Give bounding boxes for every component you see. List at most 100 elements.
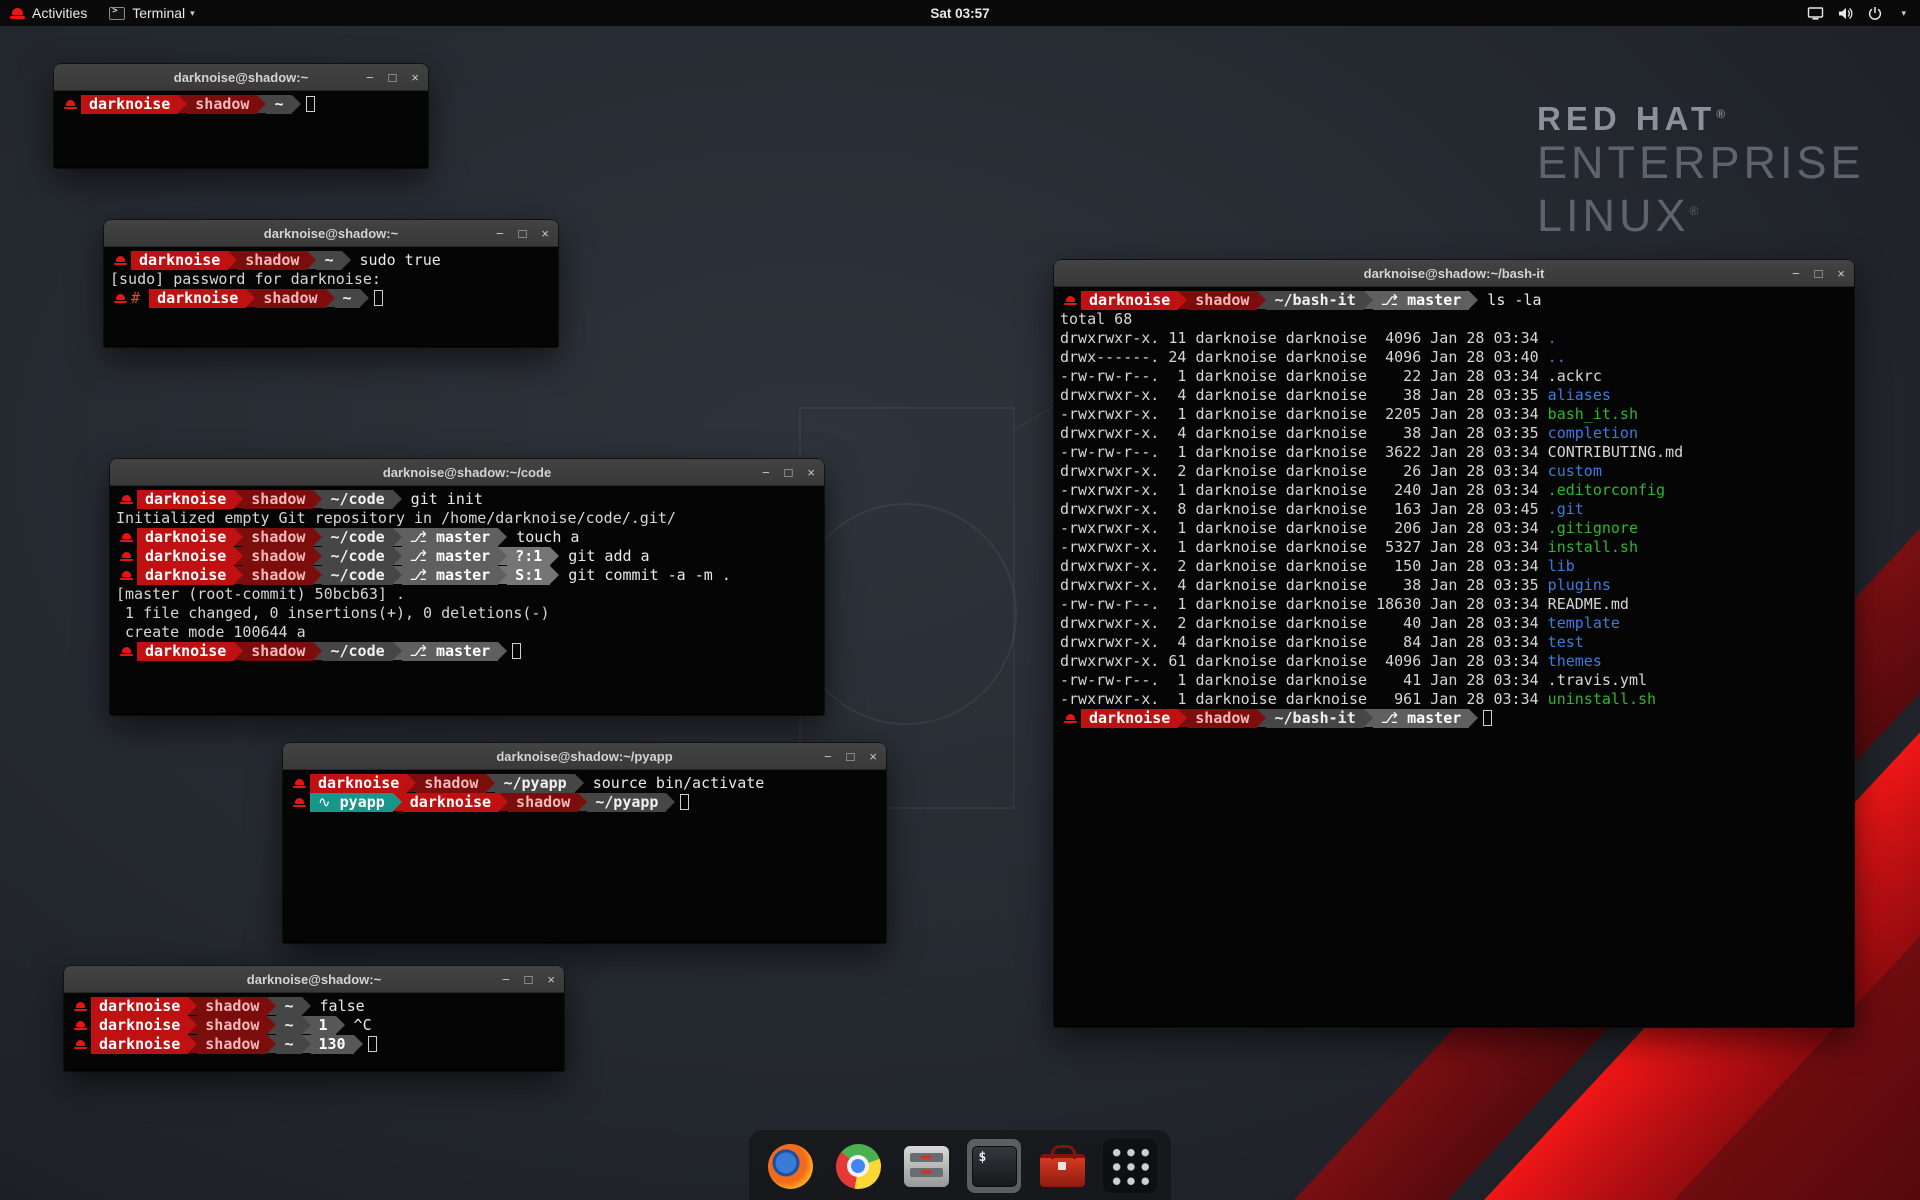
prompt-segment-host: shadow [243,547,313,566]
prompt-segment-host: shadow [1187,709,1257,728]
prompt-segment-path: ~/code [322,642,392,661]
terminal-content[interactable]: darknoiseshadow~/bash-it⎇ master ls -lat… [1054,287,1854,1026]
maximize-button[interactable]: □ [1815,267,1823,280]
titlebar[interactable]: darknoise@shadow:~/code − □ × [110,459,824,486]
terminal-content[interactable]: darknoiseshadow~ sudo true[sudo] passwor… [104,247,558,346]
file-entry-meta: drwxrwxr-x. 2 darknoise darknoise 26 Jan… [1060,462,1548,481]
titlebar[interactable]: darknoise@shadow:~ − □ × [104,220,558,247]
maximize-button[interactable]: □ [847,750,855,763]
chevron-down-icon: ▾ [1901,8,1906,19]
prompt-segment-host: shadow [243,642,313,661]
terminal-content[interactable]: darknoiseshadow~/pyapp source bin/activa… [283,770,886,942]
prompt-segment-git: ⎇ master [402,547,499,566]
command-text: sudo true [351,251,441,270]
powerline-arrow [313,490,322,508]
terminal-line: drwxrwxr-x. 4 darknoise darknoise 38 Jan… [1060,386,1854,405]
close-button[interactable]: × [547,973,555,986]
system-tray[interactable]: ▾ [1807,6,1920,21]
minimize-button[interactable]: − [502,973,510,986]
rhel-wordmark-enterprise: ENTERPRISE [1537,138,1865,187]
dock-item-chrome[interactable] [831,1139,885,1193]
terminal-line: darknoiseshadow~/code⎇ master?:1 git add… [116,547,824,566]
redhat-prompt-icon [116,490,137,509]
dock-item-app-grid[interactable] [1103,1139,1157,1193]
powerline-arrow [234,566,243,584]
close-button[interactable]: × [411,71,419,84]
titlebar[interactable]: darknoise@shadow:~/bash-it − □ × [1054,260,1854,287]
dock-item-terminal[interactable] [967,1139,1021,1193]
terminal-line: # darknoiseshadow~ [110,289,558,308]
close-button[interactable]: × [869,750,877,763]
close-button[interactable]: × [541,227,549,240]
redhat-prompt-icon [116,547,137,566]
dock-item-toolbox[interactable] [1035,1139,1089,1193]
terminal-content[interactable]: darknoiseshadow~ falsedarknoiseshadow~1 … [64,993,564,1070]
minimize-button[interactable]: − [1792,267,1800,280]
redhat-hat-glyph [1064,296,1077,305]
terminal-cursor [512,643,521,659]
terminal-window-pyapp: darknoise@shadow:~/pyapp − □ × darknoise… [283,743,886,943]
terminal-line: drwxrwxr-x. 11 darknoise darknoise 4096 … [1060,329,1854,348]
terminal-line: drwxrwxr-x. 2 darknoise darknoise 40 Jan… [1060,614,1854,633]
terminal-cursor [306,96,315,112]
terminal-line: darknoiseshadow~/code git init [116,490,824,509]
registered-mark: ® [1690,204,1699,218]
close-button[interactable]: × [807,466,815,479]
terminal-content[interactable]: darknoiseshadow~ [54,91,428,167]
file-name: .travis.yml [1548,671,1647,690]
titlebar[interactable]: darknoise@shadow:~ − □ × [54,64,428,91]
redhat-hat-glyph [120,571,133,580]
clock[interactable]: Sat 03:57 [0,6,1920,21]
file-entry-meta: -rwxrwxr-x. 1 darknoise darknoise 2205 J… [1060,405,1548,424]
prompt-segment-user: darknoise [137,642,234,661]
prompt-segment-user: darknoise [131,251,228,270]
maximize-button[interactable]: □ [519,227,527,240]
minimize-button[interactable]: − [496,227,504,240]
terminal-line: darknoiseshadow~/pyapp source bin/activa… [289,774,886,793]
powerline-arrow [313,566,322,584]
terminal-content[interactable]: darknoiseshadow~/code git initInitialize… [110,486,824,714]
file-entry-meta: drwx------. 24 darknoise darknoise 4096 … [1060,348,1548,367]
terminal-line: drwx------. 24 darknoise darknoise 4096 … [1060,348,1854,367]
close-button[interactable]: × [1837,267,1845,280]
display-icon [1807,6,1824,21]
redhat-prompt-icon [70,1035,91,1054]
window-title: darknoise@shadow:~ [264,226,398,241]
redhat-hat-glyph [114,256,127,265]
minimize-button[interactable]: − [762,466,770,479]
file-entry-meta: drwxrwxr-x. 4 darknoise darknoise 38 Jan… [1060,576,1548,595]
file-name: .. [1548,348,1566,367]
prompt-segment-path: ~/pyapp [495,774,574,793]
terminal-line: drwxrwxr-x. 2 darknoise darknoise 150 Ja… [1060,557,1854,576]
git-branch-icon: ⎇ [410,566,436,584]
titlebar[interactable]: darknoise@shadow:~/pyapp − □ × [283,743,886,770]
redhat-prompt-icon [110,289,131,308]
prompt-segment-git: ⎇ master [402,528,499,547]
maximize-button[interactable]: □ [785,466,793,479]
output-text: # [131,289,149,308]
terminal-window-home-1: darknoise@shadow:~ − □ × darknoiseshadow… [54,64,428,168]
powerline-arrow [498,547,507,565]
powerline-arrow [313,547,322,565]
prompt-segment-git: ⎇ master [402,642,499,661]
powerline-arrow [1178,709,1187,727]
dock-item-files[interactable] [899,1139,953,1193]
minimize-button[interactable]: − [366,71,374,84]
powerline-arrow [1364,709,1373,727]
maximize-button[interactable]: □ [389,71,397,84]
file-entry-meta: -rwxrwxr-x. 1 darknoise darknoise 240 Ja… [1060,481,1548,500]
titlebar[interactable]: darknoise@shadow:~ − □ × [64,966,564,993]
powerline-arrow [393,642,402,660]
prompt-segment-path: ~/code [322,490,392,509]
powerline-arrow [1364,291,1373,309]
prompt-segment-host: shadow [197,1035,267,1054]
maximize-button[interactable]: □ [525,973,533,986]
prompt-segment-host: shadow [508,793,578,812]
file-name: .git [1548,500,1584,519]
redhat-hat-glyph [293,779,306,788]
dock-item-firefox[interactable] [763,1139,817,1193]
prompt-segment-user: darknoise [91,1016,188,1035]
prompt-segment-user: darknoise [137,528,234,547]
minimize-button[interactable]: − [824,750,832,763]
prompt-segment-host: shadow [197,1016,267,1035]
